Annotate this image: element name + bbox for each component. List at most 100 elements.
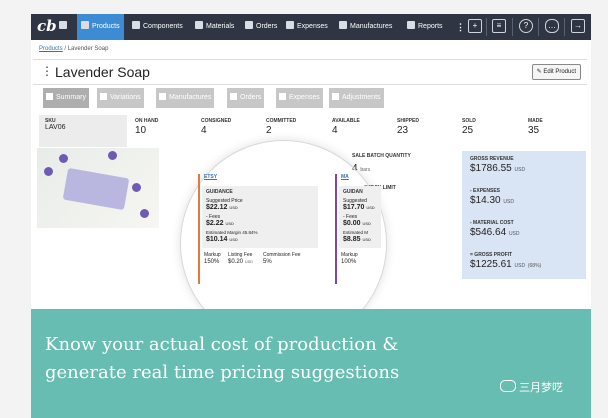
tab-expenses[interactable]: Expenses: [276, 88, 323, 108]
reports-icon: [407, 21, 415, 29]
nav-divider: [486, 18, 487, 36]
page-menu-icon[interactable]: ⋮: [41, 65, 53, 77]
tab-orders[interactable]: Orders: [227, 88, 265, 108]
material-cost: $546.64 USD: [470, 227, 520, 238]
expenses-icon: [286, 21, 294, 29]
made-value: 35: [528, 125, 540, 136]
settings-icon[interactable]: ≡: [492, 19, 506, 33]
tab-expenses-label: Expenses: [289, 94, 320, 101]
on-hand-label: ON HAND: [135, 118, 159, 124]
app-logo[interactable]: cb: [37, 17, 57, 35]
second-suggested-price-value: $17.70: [343, 204, 365, 211]
nav-products[interactable]: Products: [77, 14, 124, 40]
committed-label: COMMITTED: [266, 118, 297, 124]
etsy-commission-value: 5%: [263, 259, 272, 265]
nav-manufactures-label: Manufactures: [350, 23, 393, 30]
nav-reports[interactable]: Reports: [407, 14, 443, 40]
watermark: 三月梦呓: [500, 379, 563, 395]
sold-label: SOLD: [462, 118, 476, 124]
committed-value: 2: [266, 125, 272, 136]
edit-product-button[interactable]: ✎ Edit Product: [531, 64, 581, 80]
nav-reports-label: Reports: [418, 23, 443, 30]
nav-divider: [512, 18, 513, 36]
etsy-listing-fee-unit: USD: [244, 259, 254, 264]
etsy-markup-value: 150%: [204, 259, 220, 265]
breadcrumb-separator: /: [64, 46, 67, 52]
gross-revenue-currency: USD: [514, 167, 526, 173]
expenses: $14.30 USD: [470, 195, 514, 206]
gross-revenue: $1786.55 USD: [470, 163, 525, 174]
breadcrumb-products-link[interactable]: Products: [39, 46, 63, 52]
etsy-suggested-price-unit: USD: [229, 205, 238, 210]
nav-orders-label: Orders: [256, 23, 278, 30]
gross-profit: $1225.61 USD (68%): [470, 259, 541, 270]
second-suggested-price: $17.70 USD: [343, 204, 375, 211]
etsy-margin-label: Estimated Margin 45.84%: [206, 230, 258, 235]
nav-manufactures[interactable]: Manufactures: [339, 14, 392, 40]
tab-adjustments[interactable]: Adjustments: [329, 88, 384, 108]
shipped-label: SHIPPED: [397, 118, 419, 124]
promo-line-1: Know your actual cost of production &: [45, 334, 399, 355]
help-icon[interactable]: ?: [519, 19, 533, 33]
add-icon[interactable]: +: [468, 19, 482, 33]
second-channel-link[interactable]: MA: [341, 174, 349, 180]
etsy-margin: $10.14 USD: [206, 236, 238, 243]
expenses-tab-icon: [279, 93, 286, 100]
etsy-suggested-price-value: $22.12: [206, 204, 228, 211]
manufactures-icon: [339, 21, 347, 29]
etsy-fees-unit: USD: [225, 221, 234, 226]
etsy-guidance-title: GUIDANCE: [206, 189, 233, 195]
second-markup-label: Markup: [341, 252, 358, 258]
second-margin-value: $8.85: [343, 236, 361, 243]
lavender-flower: [108, 151, 117, 160]
product-image: [37, 148, 159, 228]
sale-batch-label: SALE BATCH QUANTITY: [352, 153, 411, 159]
gross-revenue-label: GROSS REVENUE: [470, 156, 514, 162]
components-icon: [132, 21, 140, 29]
nav-expenses[interactable]: Expenses: [286, 14, 328, 40]
made-label: MADE: [528, 118, 543, 124]
available-label: AVAILABLE: [332, 118, 360, 124]
tab-manufactures[interactable]: Manufactures: [156, 88, 215, 108]
etsy-commission-label: Commission Fee: [263, 252, 301, 258]
consigned-value: 4: [201, 125, 207, 136]
top-navigation-bar: cb Products Components Materials Orders …: [31, 14, 591, 40]
dashboard-icon[interactable]: [59, 14, 70, 40]
etsy-margin-unit: USD: [229, 237, 238, 242]
chat-icon[interactable]: …: [545, 19, 559, 33]
etsy-channel-link[interactable]: ETSY: [204, 174, 217, 180]
gross-profit-label: = GROSS PROFIT: [470, 252, 513, 258]
promo-banner-text: Know your actual cost of production & ge…: [45, 331, 515, 387]
page-title: Lavender Soap: [55, 64, 150, 80]
gross-revenue-value: $1786.55: [470, 163, 512, 174]
gross-profit-currency: USD: [514, 263, 526, 269]
etsy-listing-fee: $0.20 USD: [228, 259, 253, 265]
second-channel-panel: MA GUIDAN Suggested $17.70 USD - Fees $0…: [335, 174, 382, 284]
products-icon: [81, 21, 89, 29]
on-hand-value: 10: [135, 125, 147, 136]
nav-products-label: Products: [92, 23, 120, 30]
promo-line-2: generate real time pricing suggestions: [45, 362, 400, 383]
logout-icon[interactable]: →: [571, 19, 585, 33]
etsy-channel-panel: ETSY GUIDANCE Suggested Price $22.12 USD…: [198, 174, 320, 284]
expenses-value: $14.30: [470, 195, 501, 206]
tab-variations[interactable]: Variations: [97, 88, 144, 108]
tab-manufactures-label: Manufactures: [169, 94, 212, 101]
material-cost-currency: USD: [508, 231, 520, 237]
edit-product-label: Edit Product: [543, 69, 576, 75]
breadcrumb: Products / Lavender Soap: [39, 46, 108, 52]
nav-divider: [564, 18, 565, 36]
etsy-suggested-price: $22.12 USD: [206, 204, 238, 211]
nav-materials[interactable]: Materials: [195, 14, 234, 40]
financial-summary-panel: GROSS REVENUE $1786.55 USD - EXPENSES $1…: [462, 151, 586, 279]
nav-components[interactable]: Components: [132, 14, 183, 40]
material-cost-value: $546.64: [470, 227, 507, 238]
etsy-fees: $2.22 USD: [206, 220, 234, 227]
etsy-fees-value: $2.22: [206, 220, 224, 227]
nav-orders[interactable]: Orders: [245, 14, 277, 40]
wechat-icon: [500, 380, 516, 392]
tab-summary[interactable]: Summary: [43, 88, 89, 108]
second-margin-unit: USD: [362, 237, 371, 242]
second-suggested-price-unit: USD: [366, 205, 375, 210]
more-icon[interactable]: ⋮: [456, 14, 465, 40]
